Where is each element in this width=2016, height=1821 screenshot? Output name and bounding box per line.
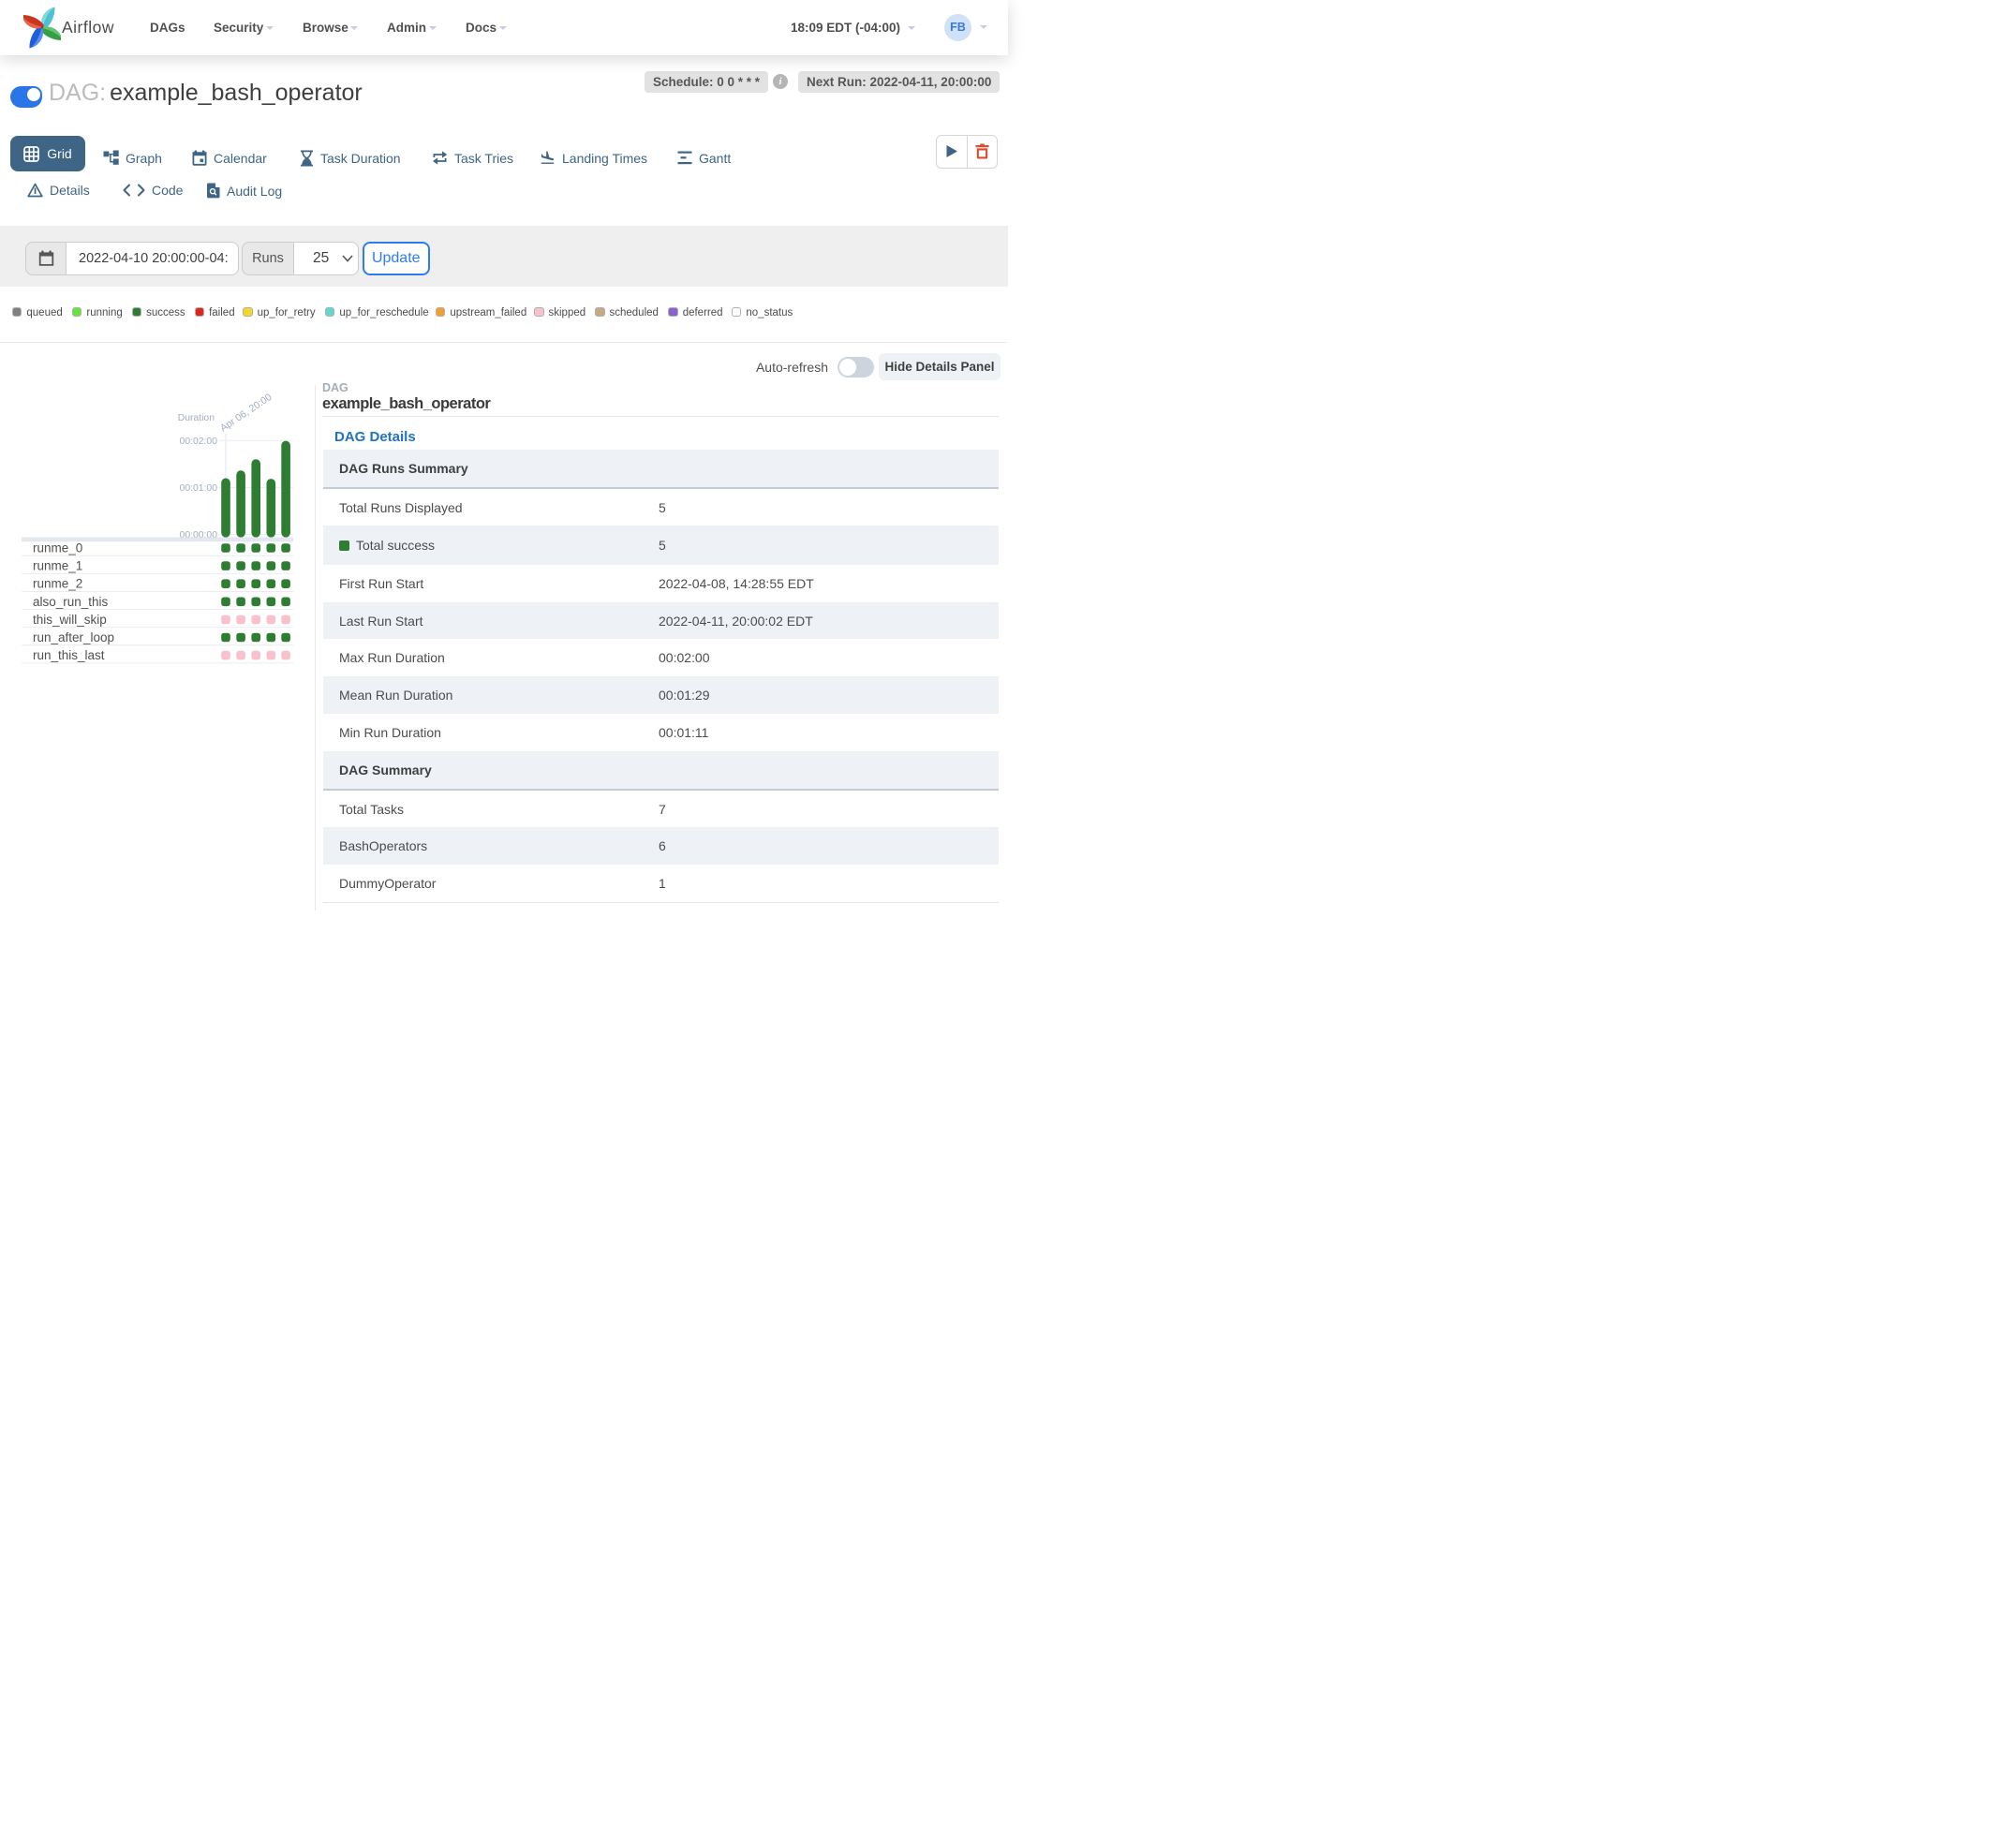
svg-text:run_this_last: run_this_last xyxy=(33,648,105,662)
svg-text:00:01:00: 00:01:00 xyxy=(180,483,218,494)
svg-text:this_will_skip: this_will_skip xyxy=(33,613,107,627)
svg-text:also_run_this: also_run_this xyxy=(33,595,109,609)
svg-text:Apr 06, 20:00: Apr 06, 20:00 xyxy=(218,392,274,435)
svg-text:00:02:00: 00:02:00 xyxy=(180,437,218,447)
svg-text:runme_1: runme_1 xyxy=(33,559,82,573)
svg-text:runme_0: runme_0 xyxy=(33,541,82,555)
svg-text:Duration: Duration xyxy=(178,413,215,423)
svg-text:runme_2: runme_2 xyxy=(33,577,82,591)
svg-text:run_after_loop: run_after_loop xyxy=(33,630,114,644)
